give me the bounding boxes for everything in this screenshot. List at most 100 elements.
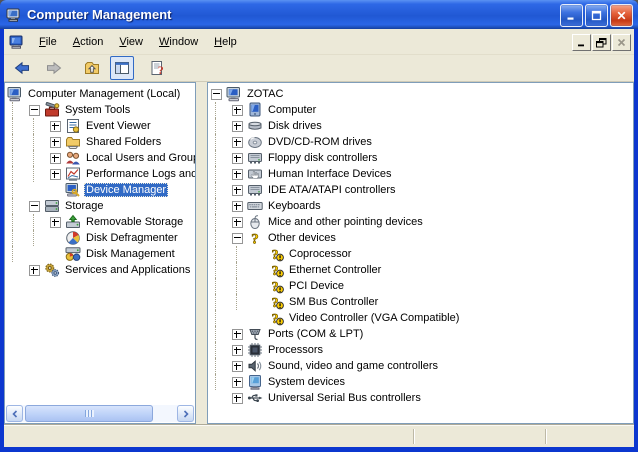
tree-node-label[interactable]: IDE ATA/ATAPI controllers	[266, 183, 398, 197]
expand-expander-icon[interactable]	[232, 329, 243, 340]
expand-expander-icon[interactable]	[232, 201, 243, 212]
tree-node-label[interactable]: Event Viewer	[84, 119, 153, 133]
tree-node-label[interactable]: Sound, video and game controllers	[266, 359, 440, 373]
expand-expander-icon[interactable]	[29, 265, 40, 276]
expand-expander-icon[interactable]	[232, 153, 243, 164]
expand-expander-icon[interactable]	[50, 217, 61, 228]
tree-node-label[interactable]: Disk Defragmenter	[84, 231, 180, 245]
tree-node-label[interactable]: Computer	[266, 103, 318, 117]
tree-node-disk-management[interactable]: Disk Management	[7, 246, 195, 262]
expand-expander-icon[interactable]	[232, 169, 243, 180]
tree-node-ethernet-controller[interactable]: ?Ethernet Controller	[210, 262, 633, 278]
tree-node-ports-com-lpt[interactable]: Ports (COM & LPT)	[210, 326, 633, 342]
child-close-button-disabled[interactable]	[612, 34, 631, 51]
tree-node-label[interactable]: Removable Storage	[84, 215, 185, 229]
collapse-expander-icon[interactable]	[211, 89, 222, 100]
tree-node-dvd-cd-rom-drives[interactable]: DVD/CD-ROM drives	[210, 134, 633, 150]
expand-expander-icon[interactable]	[232, 185, 243, 196]
tree-node-label[interactable]: PCI Device	[287, 279, 346, 293]
tree-node-label[interactable]: Services and Applications	[63, 263, 192, 277]
close-button[interactable]	[610, 4, 633, 27]
menu-file[interactable]: File	[31, 32, 65, 52]
back-button[interactable]	[10, 56, 34, 80]
tree-node-label[interactable]: Coprocessor	[287, 247, 353, 261]
tree-node-disk-defragmenter[interactable]: Disk Defragmenter	[7, 230, 195, 246]
tree-node-sm-bus-controller[interactable]: ?SM Bus Controller	[210, 294, 633, 310]
expand-expander-icon[interactable]	[232, 361, 243, 372]
expand-expander-icon[interactable]	[232, 377, 243, 388]
tree-node-label[interactable]: System Tools	[63, 103, 132, 117]
tree-node-computer[interactable]: Computer	[210, 102, 633, 118]
tree-node-universal-serial-bus-controllers[interactable]: Universal Serial Bus controllers	[210, 390, 633, 406]
child-restore-button[interactable]	[592, 34, 611, 51]
scroll-right-button[interactable]	[177, 405, 194, 422]
tree-node-label[interactable]: ZOTAC	[245, 87, 285, 101]
tree-node-device-manager[interactable]: Device Manager	[7, 182, 195, 198]
menu-window[interactable]: Window	[151, 32, 206, 52]
tree-node-label[interactable]: SM Bus Controller	[287, 295, 380, 309]
tree-node-other-devices[interactable]: ?Other devices	[210, 230, 633, 246]
expand-expander-icon[interactable]	[232, 121, 243, 132]
expand-expander-icon[interactable]	[232, 393, 243, 404]
tree-node-label[interactable]: Local Users and Groups	[84, 151, 196, 165]
expand-expander-icon[interactable]	[232, 137, 243, 148]
tree-node-shared-folders[interactable]: Shared Folders	[7, 134, 195, 150]
tree-node-label[interactable]: Disk Management	[84, 247, 177, 261]
tree-node-label[interactable]: Universal Serial Bus controllers	[266, 391, 423, 405]
tree-node-label[interactable]: Keyboards	[266, 199, 323, 213]
title-bar[interactable]: Computer Management	[0, 0, 638, 29]
tree-node-computer-management-local[interactable]: Computer Management (Local)	[7, 86, 195, 102]
minimize-button[interactable]	[560, 4, 583, 27]
tree-node-pci-device[interactable]: ?PCI Device	[210, 278, 633, 294]
tree-node-label[interactable]: Processors	[266, 343, 325, 357]
show-hide-console-tree-button[interactable]	[110, 56, 134, 80]
tree-node-system-devices[interactable]: System devices	[210, 374, 633, 390]
menu-view[interactable]: View	[111, 32, 151, 52]
tree-node-label[interactable]: Floppy disk controllers	[266, 151, 379, 165]
scrollbar-thumb[interactable]	[25, 405, 153, 422]
tree-node-coprocessor[interactable]: ?Coprocessor	[210, 246, 633, 262]
tree-node-ide-ata-atapi-controllers[interactable]: IDE ATA/ATAPI controllers	[210, 182, 633, 198]
forward-button-disabled[interactable]	[42, 56, 66, 80]
scroll-left-button[interactable]	[6, 405, 23, 422]
expand-expander-icon[interactable]	[50, 153, 61, 164]
scrollbar-track[interactable]	[23, 405, 177, 422]
collapse-expander-icon[interactable]	[29, 201, 40, 212]
expand-expander-icon[interactable]	[232, 217, 243, 228]
tree-node-human-interface-devices[interactable]: Human Interface Devices	[210, 166, 633, 182]
menu-help[interactable]: Help	[206, 32, 245, 52]
tree-node-label[interactable]: System devices	[266, 375, 347, 389]
expand-expander-icon[interactable]	[50, 121, 61, 132]
tree-node-performance-logs-and-alerts[interactable]: Performance Logs and Alerts	[7, 166, 195, 182]
tree-node-storage[interactable]: Storage	[7, 198, 195, 214]
expand-expander-icon[interactable]	[232, 345, 243, 356]
tree-node-label[interactable]: Ethernet Controller	[287, 263, 383, 277]
expand-expander-icon[interactable]	[232, 105, 243, 116]
maximize-button[interactable]	[585, 4, 608, 27]
horizontal-scrollbar[interactable]	[6, 405, 194, 422]
tree-node-video-controller-vga-compatible[interactable]: ?Video Controller (VGA Compatible)	[210, 310, 633, 326]
collapse-expander-icon[interactable]	[29, 105, 40, 116]
tree-node-label[interactable]: Video Controller (VGA Compatible)	[287, 311, 461, 325]
tree-node-label[interactable]: Other devices	[266, 231, 338, 245]
tree-node-local-users-and-groups[interactable]: Local Users and Groups	[7, 150, 195, 166]
tree-node-services-and-applications[interactable]: Services and Applications	[7, 262, 195, 278]
tree-node-label[interactable]: DVD/CD-ROM drives	[266, 135, 374, 149]
tree-node-keyboards[interactable]: Keyboards	[210, 198, 633, 214]
tree-node-label[interactable]: Human Interface Devices	[266, 167, 394, 181]
child-minimize-button[interactable]	[572, 34, 591, 51]
tree-node-label[interactable]: Device Manager	[84, 183, 168, 197]
up-one-level-button[interactable]	[80, 56, 104, 80]
tree-node-label[interactable]: Ports (COM & LPT)	[266, 327, 365, 341]
tree-node-event-viewer[interactable]: Event Viewer	[7, 118, 195, 134]
tree-node-mice-and-other-pointing-devices[interactable]: Mice and other pointing devices	[210, 214, 633, 230]
tree-node-label[interactable]: Mice and other pointing devices	[266, 215, 425, 229]
tree-node-processors[interactable]: Processors	[210, 342, 633, 358]
tree-node-label[interactable]: Performance Logs and Alerts	[84, 167, 196, 181]
tree-node-system-tools[interactable]: System Tools	[7, 102, 195, 118]
menu-action[interactable]: Action	[65, 32, 112, 52]
expand-expander-icon[interactable]	[50, 169, 61, 180]
tree-node-floppy-disk-controllers[interactable]: Floppy disk controllers	[210, 150, 633, 166]
collapse-expander-icon[interactable]	[232, 233, 243, 244]
pane-splitter[interactable]	[196, 82, 207, 424]
